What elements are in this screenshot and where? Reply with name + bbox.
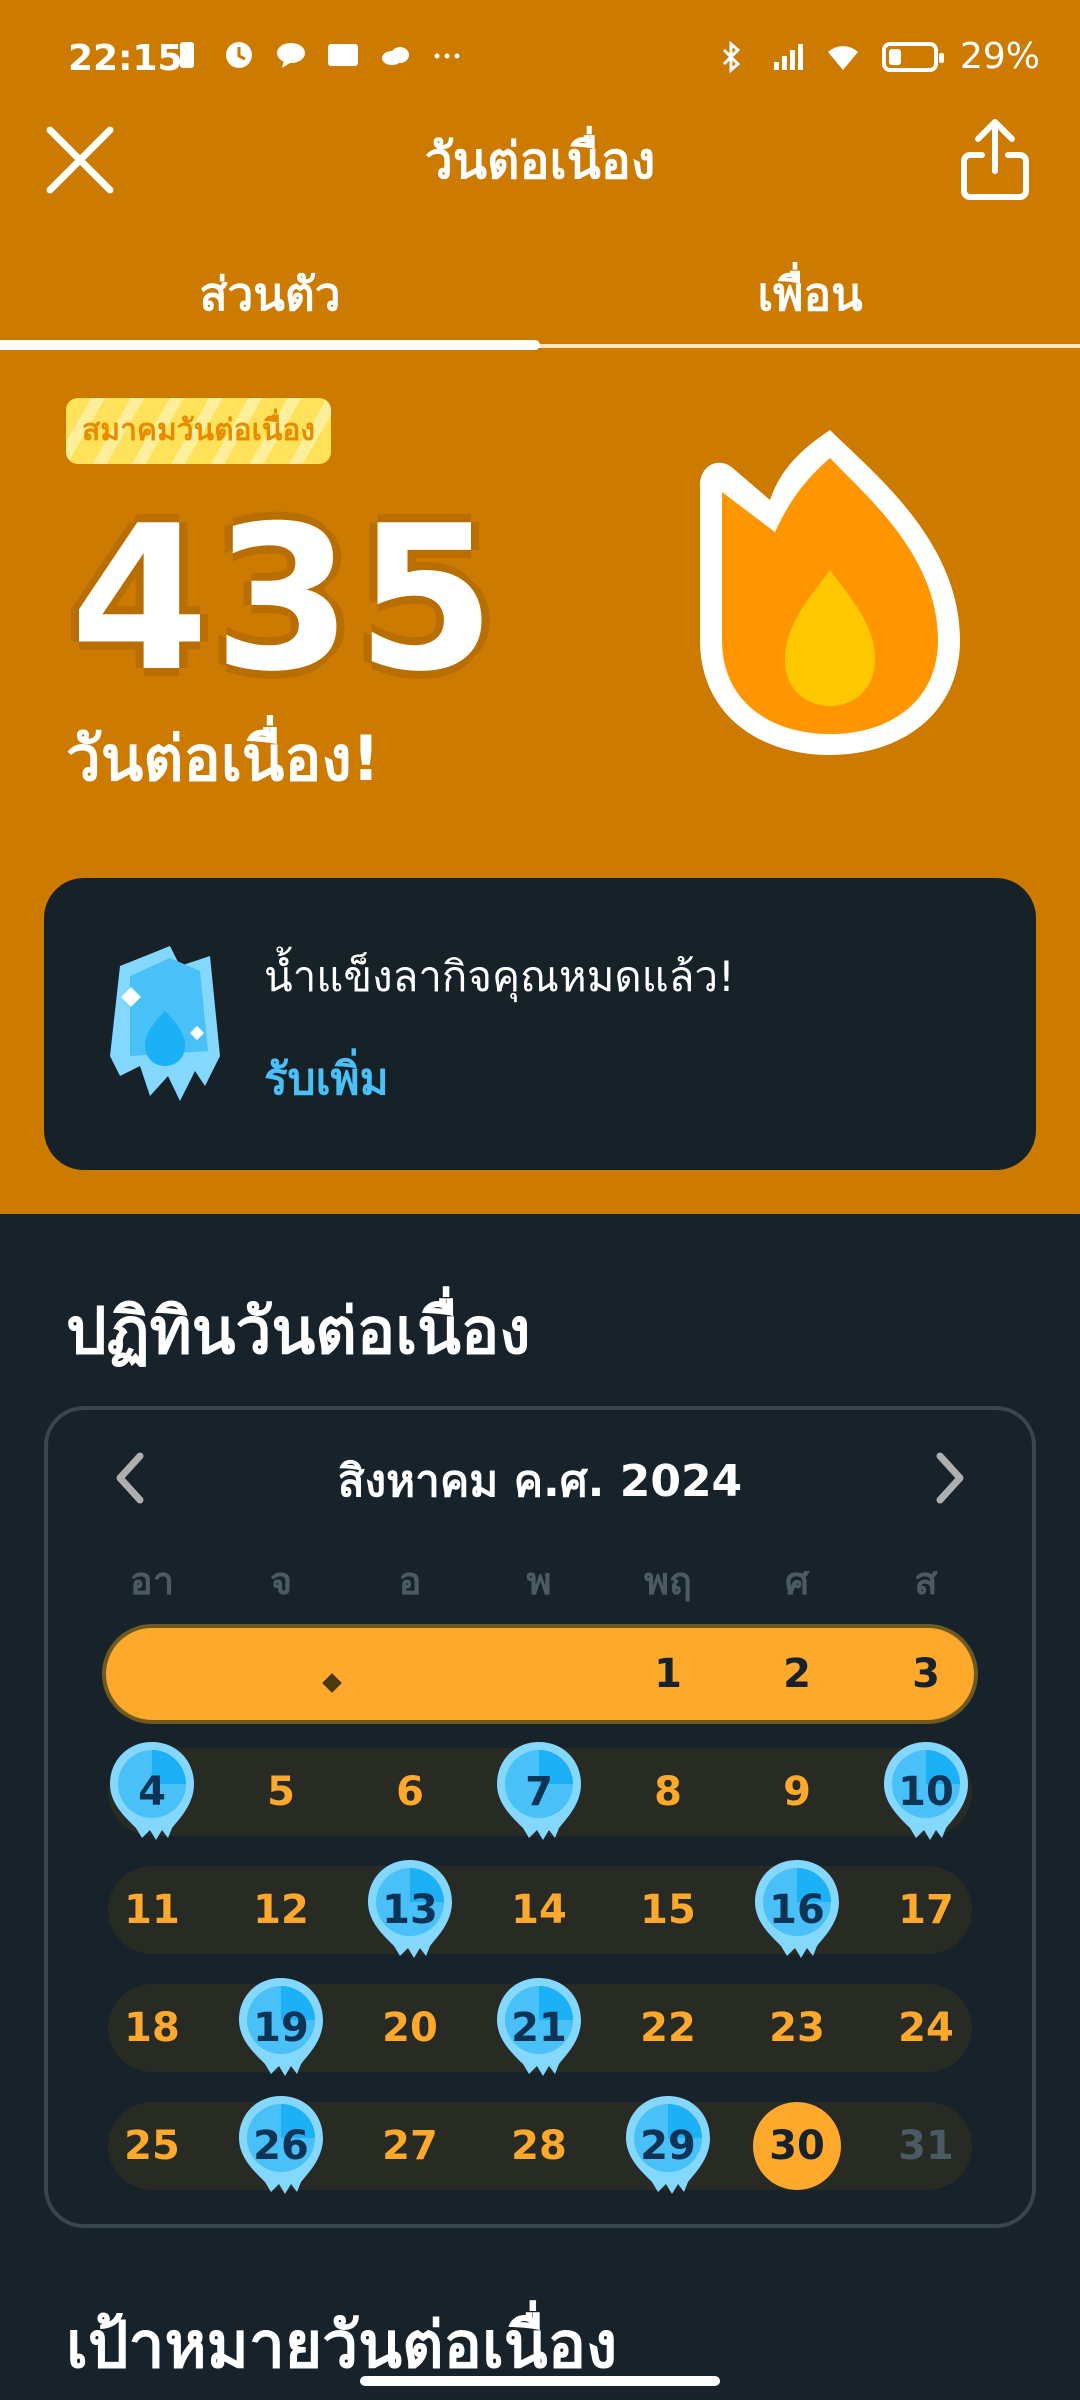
chat-bubble-icon [277,43,305,68]
calendar-day: 20 [382,2005,438,2051]
system-icons: 29% [714,36,1040,77]
streak-freeze-icon [110,946,220,1101]
calendar-day: 15 [640,1887,696,1933]
calendar-section-title: ปฏิทินวันต่อเนื่อง [66,1295,531,1369]
streak-count-label: วันต่อเนื่อง! [66,722,381,795]
calendar-day: 14 [511,1887,567,1933]
tab-bar: ส่วนตัว เพื่อน [0,240,1080,350]
calendar-day: 3 [912,1651,940,1697]
signal-icon [773,43,803,70]
flame-icon [700,430,960,755]
more-dots-icon [434,53,460,59]
calendar-day: 10 [898,1769,954,1815]
battery-percent: 29% [959,36,1040,77]
calendar-day: 6 [396,1769,424,1815]
tab-active-indicator [0,340,540,350]
weekday-label: ศ [784,1559,810,1603]
calendar-day: 17 [898,1887,954,1933]
vibrate-icon [180,42,194,68]
status-bar: 22:15 29% [0,0,1080,120]
calendar-day: 26 [253,2123,309,2169]
calendar-day: 9 [783,1769,811,1815]
calendar-day: 24 [898,2005,954,2051]
tab-friends[interactable]: เพื่อน [540,258,1080,331]
calendar-day: 7 [525,1769,553,1815]
calendar-day: 2 [783,1651,811,1697]
weekday-label: อ [398,1559,422,1603]
calendar-month-label: สิงหาคม ค.ศ. 2024 [337,1456,743,1507]
calendar-day: 27 [382,2123,438,2169]
calendar-day: 13 [382,1887,438,1933]
top-app-bar: วันต่อเนื่อง [0,110,1080,210]
streak-freeze-card: น้ำแข็งลากิจคุณหมดแล้ว! รับเพิ่ม [44,878,1036,1170]
calendar-day: 12 [253,1887,309,1933]
streak-count: 435 [70,483,500,716]
weekday-label: อา [129,1559,175,1603]
bluetooth-icon [722,40,741,73]
status-time: 22:15 [68,38,183,79]
calendar-day: 8 [654,1769,682,1815]
weekday-label: พฤ [643,1559,693,1603]
calendar-day-today: 30 [769,2123,825,2169]
get-more-link[interactable]: รับเพิ่ม [264,1044,389,1114]
calendar-day: 18 [124,2005,180,2051]
calendar-day: 4 [138,1769,166,1815]
clock-icon [226,42,252,68]
calendar-day: 25 [124,2123,180,2169]
tab-personal[interactable]: ส่วนตัว [0,258,540,331]
calendar-day: 16 [769,1887,825,1933]
streak-club-badge: สมาคมวันต่อเนื่อง [66,398,332,464]
calendar-day: 1 [654,1651,682,1697]
freeze-empty-message: น้ำแข็งลากิจคุณหมดแล้ว! [264,952,735,1001]
calendar-day: 31 [898,2123,954,2169]
calendar-day: 19 [253,2005,309,2051]
calendar-day: 21 [511,2005,567,2051]
calendar-day: 5 [267,1769,295,1815]
home-indicator [360,2376,720,2386]
battery-icon [881,41,944,72]
weekday-label: ส [914,1559,938,1603]
calendar-day: 11 [124,1887,180,1933]
chevron-right-icon[interactable] [930,1448,970,1508]
page-title: วันต่อเนื่อง [424,132,656,190]
calendar-day: 23 [769,2005,825,2051]
webtoon-icon [328,44,358,66]
share-icon[interactable] [950,115,1040,205]
weekday-label: จ [269,1559,293,1603]
calendar-day: 22 [640,2005,696,2051]
calendar-day: 28 [511,2123,567,2169]
cloud-icon [382,47,409,65]
wifi-icon [827,45,858,70]
weekday-label: พ [526,1559,552,1603]
notification-icons [170,38,464,72]
calendar-day: 29 [640,2123,696,2169]
